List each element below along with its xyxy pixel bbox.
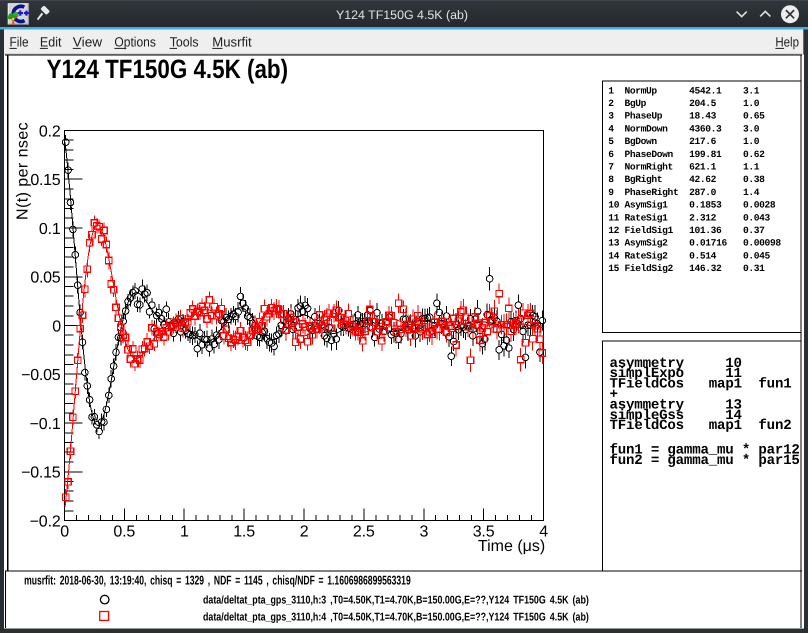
svg-text:1 NormUp 4542.1 3.1: 1 NormUp 4542.1 3.1 — [608, 85, 759, 96]
svg-text:TFieldCos map1 fun2: TFieldCos map1 fun2 — [610, 418, 792, 434]
svg-text:Musrfit: Musrfit — [212, 35, 252, 50]
svg-text:3: 3 — [420, 523, 429, 540]
svg-text:Help: Help — [775, 35, 799, 50]
svg-text:Y124 TF150G 4.5K (ab): Y124 TF150G 4.5K (ab) — [336, 8, 468, 22]
svg-text:0: 0 — [52, 318, 61, 335]
svg-text:5 BgDown 217.6 1.0: 5 BgDown 217.6 1.0 — [608, 136, 759, 147]
svg-text:Edit: Edit — [40, 35, 62, 50]
svg-text:0.5: 0.5 — [113, 523, 135, 540]
svg-text:−0.1: −0.1 — [30, 416, 61, 433]
svg-text:View: View — [73, 35, 103, 50]
svg-text:N(t) per nsec: N(t) per nsec — [15, 122, 32, 220]
svg-text:TFieldCos map1 fun1: TFieldCos map1 fun1 — [610, 377, 792, 393]
svg-text:8 BgRight 42.62 0.38: 8 BgRight 42.62 0.38 — [608, 174, 765, 185]
svg-text:Tools: Tools — [170, 35, 199, 50]
svg-text:3 PhaseUp 18.43 0.65: 3 PhaseUp 18.43 0.65 — [608, 111, 765, 122]
svg-text:15 FieldSig2 146.32 0.31: 15 FieldSig2 146.32 0.31 — [608, 263, 765, 274]
svg-text:musrfit: 2018-06-30, 13:19:40,: musrfit: 2018-06-30, 13:19:40, chisq = 1… — [24, 573, 411, 587]
svg-text:0.15: 0.15 — [30, 172, 60, 189]
svg-text:Time (μs): Time (μs) — [478, 538, 545, 555]
svg-text:File: File — [10, 35, 29, 50]
svg-text:0.05: 0.05 — [30, 270, 60, 287]
svg-text:data/deltat_pta_gps_3110,h:3 ,: data/deltat_pta_gps_3110,h:3 ,T0=4.50K,T… — [203, 594, 589, 606]
svg-text:11 RateSig1 2.312 0.043: 11 RateSig1 2.312 0.043 — [608, 212, 770, 223]
svg-text:10 AsymSig1 0.1853 0.002: 10 AsymSig1 0.1853 0.0028 — [608, 200, 776, 211]
svg-text:12 FieldSig1 101.36 0.37: 12 FieldSig1 101.36 0.37 — [608, 225, 765, 236]
svg-text:2.5: 2.5 — [353, 523, 375, 540]
svg-text:2: 2 — [300, 523, 309, 540]
svg-text:data/deltat_pta_gps_3110,h:4 ,: data/deltat_pta_gps_3110,h:4 ,T0=4.50K,T… — [203, 612, 589, 624]
svg-text:Y124 TF150G 4.5K (ab): Y124 TF150G 4.5K (ab) — [47, 54, 288, 84]
svg-text:2 BgUp 204.5 1.0: 2 BgUp 204.5 1.0 — [608, 98, 759, 109]
svg-text:−0.15: −0.15 — [21, 465, 61, 482]
svg-text:14 RateSig2 0.514 0.045: 14 RateSig2 0.514 0.045 — [608, 250, 770, 261]
svg-text:−0.05: −0.05 — [21, 367, 61, 384]
svg-text:7 NormRight 621.1 1.1: 7 NormRight 621.1 1.1 — [608, 162, 759, 173]
svg-text:4 NormDown 4360.3 3.0: 4 NormDown 4360.3 3.0 — [608, 123, 759, 134]
svg-text:13 AsymSig2 0.01716 0.000: 13 AsymSig2 0.01716 0.00098 — [608, 238, 781, 249]
svg-text:−0.2: −0.2 — [30, 513, 61, 530]
svg-text:0: 0 — [60, 523, 69, 540]
svg-text:Options: Options — [114, 35, 156, 50]
svg-text:0.2: 0.2 — [39, 123, 61, 140]
svg-text:0.1: 0.1 — [39, 221, 61, 238]
svg-text:1: 1 — [180, 523, 189, 540]
svg-text:1.5: 1.5 — [233, 523, 255, 540]
svg-text:9 PhaseRight 287.0 1.4: 9 PhaseRight 287.0 1.4 — [608, 187, 759, 198]
svg-text:6 PhaseDown 199.81 0.62: 6 PhaseDown 199.81 0.62 — [608, 149, 765, 160]
svg-text:fun2 = gamma_mu * par15: fun2 = gamma_mu * par15 — [610, 453, 800, 469]
